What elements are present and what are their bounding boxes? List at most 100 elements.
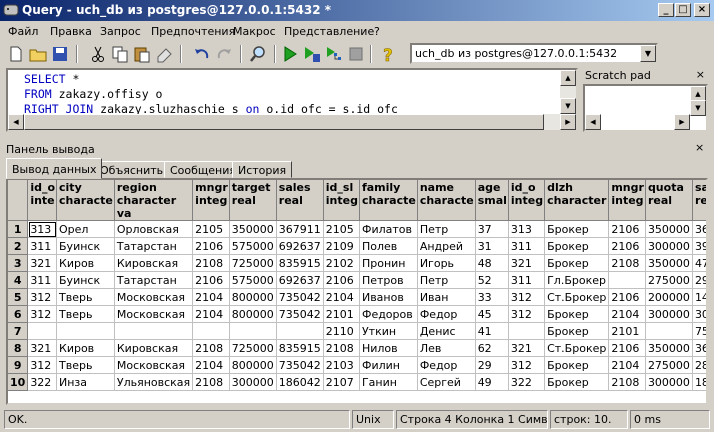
table-cell[interactable]: 37 xyxy=(475,220,509,238)
table-cell[interactable]: 350000 xyxy=(645,220,693,238)
row-number[interactable]: 2 xyxy=(8,237,29,255)
table-cell[interactable]: Тверь xyxy=(56,288,115,306)
table-cell[interactable]: 275000 xyxy=(645,271,693,289)
table-cell[interactable]: Петр xyxy=(417,271,476,289)
table-cell[interactable]: Брокер xyxy=(544,220,610,238)
table-cell[interactable]: Филатов xyxy=(359,220,418,238)
new-file-icon[interactable] xyxy=(6,44,26,64)
table-cell[interactable]: 474050 xyxy=(692,254,706,272)
column-header[interactable]: id_o integ xyxy=(508,180,546,221)
table-cell[interactable]: 300000 xyxy=(645,373,693,391)
editor-vertical-scrollbar[interactable]: ▲ ▼ xyxy=(560,70,576,114)
table-cell[interactable]: 2109 xyxy=(323,237,360,255)
table-cell[interactable]: 322 xyxy=(508,373,546,391)
sql-code[interactable]: SELECT * FROM zakazy.offisy o RIGHT JOIN… xyxy=(24,72,398,117)
table-cell[interactable]: 321 xyxy=(508,339,546,357)
table-cell[interactable]: 2108 xyxy=(608,373,646,391)
menu-edit[interactable]: Правка xyxy=(50,25,92,38)
table-cell[interactable] xyxy=(645,322,693,340)
table-cell[interactable]: Кировская xyxy=(114,339,194,357)
table-cell[interactable]: 31 xyxy=(475,237,509,255)
column-header[interactable]: sales real xyxy=(276,180,324,221)
table-cell[interactable]: 2108 xyxy=(323,339,360,357)
table-cell[interactable] xyxy=(276,322,324,340)
find-icon[interactable] xyxy=(248,44,268,64)
table-cell[interactable]: 2105 xyxy=(192,220,230,238)
paste-icon[interactable] xyxy=(132,44,152,64)
table-cell[interactable]: Иван xyxy=(417,288,476,306)
table-cell[interactable]: 2106 xyxy=(608,339,646,357)
row-number[interactable]: 5 xyxy=(8,288,29,306)
column-header[interactable]: mngr integ xyxy=(608,180,646,221)
menu-file[interactable]: Файл xyxy=(8,25,38,38)
column-header[interactable]: family characte xyxy=(359,180,418,221)
table-cell[interactable]: Брокер xyxy=(544,254,610,272)
table-cell[interactable]: 33 xyxy=(475,288,509,306)
column-header[interactable]: sales real xyxy=(692,180,706,221)
menu-macros[interactable]: Макрос xyxy=(233,25,276,38)
table-cell[interactable]: 41 xyxy=(475,322,509,340)
undo-icon[interactable] xyxy=(192,44,212,64)
tab-messages[interactable]: Сообщения xyxy=(164,161,243,178)
table-cell[interactable]: 2106 xyxy=(192,237,230,255)
table-cell[interactable]: 2108 xyxy=(192,373,230,391)
table-cell[interactable]: 300000 xyxy=(229,373,277,391)
column-header[interactable]: quota real xyxy=(645,180,693,221)
table-cell[interactable]: 835915 xyxy=(276,254,324,272)
table-cell[interactable]: 350000 xyxy=(229,220,277,238)
table-cell[interactable]: Сергей xyxy=(417,373,476,391)
table-cell[interactable]: 2101 xyxy=(608,322,646,340)
table-cell[interactable] xyxy=(229,322,277,340)
table-cell[interactable]: 142594 xyxy=(692,288,706,306)
table-cell[interactable]: 286775 xyxy=(692,356,706,374)
table-cell[interactable]: 2104 xyxy=(608,305,646,323)
table-cell[interactable]: 312 xyxy=(508,305,546,323)
menu-view[interactable]: Представление xyxy=(284,25,374,38)
table-cell[interactable]: 361865 xyxy=(692,339,706,357)
table-cell[interactable]: 321 xyxy=(27,339,58,357)
table-cell[interactable]: Московская xyxy=(114,288,194,306)
table-cell[interactable]: 312 xyxy=(27,305,58,323)
editor-horizontal-scrollbar[interactable]: ◀ ▶ xyxy=(8,114,576,130)
row-number[interactable]: 8 xyxy=(8,339,29,357)
table-cell[interactable]: 392725 xyxy=(692,237,706,255)
row-number[interactable]: 3 xyxy=(8,254,29,272)
table-cell[interactable]: Нилов xyxy=(359,339,418,357)
row-number[interactable]: 6 xyxy=(8,305,29,323)
scratch-pad-text[interactable]: ▲ ▼ ◀ ▶ xyxy=(583,84,708,132)
scroll-down-icon[interactable]: ▼ xyxy=(560,98,576,114)
table-cell[interactable]: Инза xyxy=(56,373,115,391)
table-cell[interactable]: 311 xyxy=(27,237,58,255)
results-grid[interactable]: id_o inte city characte region character v… xyxy=(6,178,708,405)
cancel-icon[interactable] xyxy=(346,44,366,64)
scroll-right-icon[interactable]: ▶ xyxy=(560,114,576,130)
scroll-down-icon[interactable]: ▼ xyxy=(690,100,706,116)
table-cell[interactable]: Петров xyxy=(359,271,418,289)
scroll-right-icon[interactable]: ▶ xyxy=(674,114,690,130)
table-cell[interactable]: 2102 xyxy=(323,254,360,272)
table-cell[interactable]: 2103 xyxy=(323,356,360,374)
execute-to-file-icon[interactable] xyxy=(302,44,322,64)
table-cell[interactable]: Татарстан xyxy=(114,271,194,289)
table-cell[interactable]: Гл.Брокер xyxy=(544,271,610,289)
table-cell[interactable]: Буинск xyxy=(56,271,115,289)
table-cell[interactable]: Московская xyxy=(114,305,194,323)
table-cell[interactable]: 350000 xyxy=(645,254,693,272)
scroll-left-icon[interactable]: ◀ xyxy=(8,114,24,130)
table-cell[interactable]: 311 xyxy=(27,271,58,289)
column-header[interactable]: id_o inte xyxy=(27,180,58,221)
table-cell[interactable]: 367911 xyxy=(692,220,706,238)
table-cell[interactable]: 305673 xyxy=(692,305,706,323)
table-cell[interactable] xyxy=(192,322,230,340)
table-cell[interactable]: Ст.Брокер xyxy=(544,288,610,306)
close-icon[interactable]: × xyxy=(695,141,704,154)
menu-query[interactable]: Запрос xyxy=(100,25,141,38)
scroll-up-icon[interactable]: ▲ xyxy=(560,70,576,86)
table-cell[interactable]: 350000 xyxy=(645,339,693,357)
table-cell[interactable]: 735042 xyxy=(276,305,324,323)
row-number[interactable]: 10 xyxy=(8,373,29,391)
row-number[interactable]: 4 xyxy=(8,271,29,289)
scroll-left-icon[interactable]: ◀ xyxy=(585,114,601,130)
table-cell[interactable]: 52 xyxy=(475,271,509,289)
table-cell[interactable]: Киров xyxy=(56,254,115,272)
